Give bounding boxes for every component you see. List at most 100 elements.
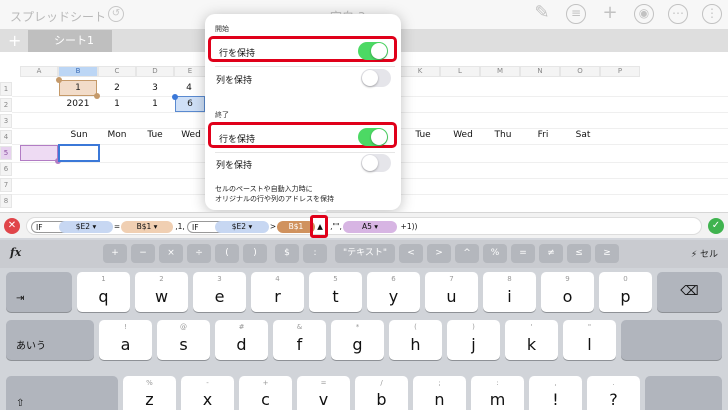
key-x[interactable]: -x (181, 376, 234, 410)
key-c[interactable]: + c (239, 376, 292, 410)
key-k[interactable]: ' k (505, 320, 558, 360)
column-header-e[interactable]: E (174, 66, 206, 77)
column-header-b[interactable]: B (58, 66, 98, 77)
key-d[interactable]: # d (215, 320, 268, 360)
key-h[interactable]: (h (389, 320, 442, 360)
column-header-k[interactable]: K (400, 66, 440, 77)
row-header-7[interactable]: 7 (0, 178, 12, 192)
column-header-m[interactable]: M (480, 66, 520, 77)
row-header-4[interactable]: 4 (0, 130, 12, 144)
column-header-c[interactable]: C (98, 66, 136, 77)
column-header-a[interactable]: A (20, 66, 58, 77)
formula-ref-b1[interactable]: B$1 ▾ (121, 221, 173, 233)
row-header-6[interactable]: 6 (0, 162, 12, 176)
cell-a5[interactable] (20, 145, 58, 161)
column-header-d[interactable]: D (136, 66, 174, 77)
key-u[interactable]: 7u (425, 272, 478, 312)
weekday-k4[interactable]: Tue (406, 130, 440, 140)
range-handle[interactable] (172, 94, 178, 100)
start-keep-row-toggle[interactable] (358, 42, 388, 60)
cancel-formula-button[interactable]: ✕ (4, 218, 20, 234)
accept-formula-button[interactable]: ✓ (708, 218, 724, 234)
key-r[interactable]: 4r (251, 272, 304, 312)
row-header-1[interactable]: 1 (0, 82, 12, 96)
shortcut-plus[interactable]: + (103, 244, 127, 263)
key-n[interactable]: ; n (413, 376, 466, 410)
format-brush-icon[interactable]: ✎ (532, 4, 552, 24)
weekday-d4[interactable]: Tue (138, 130, 172, 140)
key-f[interactable]: & f (273, 320, 326, 360)
shortcut-caret[interactable]: ^ (455, 244, 479, 263)
organize-icon[interactable]: ≡ (566, 4, 586, 24)
shortcut-greater-than[interactable]: > (427, 244, 451, 263)
shift-key[interactable]: ⇧ (6, 376, 118, 410)
cell-c2[interactable]: 1 (112, 99, 122, 109)
cell-d2[interactable]: 1 (150, 99, 160, 109)
add-sheet-button[interactable]: + (8, 31, 21, 50)
kana-switch-key[interactable]: あいう (6, 320, 94, 360)
end-keep-row-option[interactable]: 行を保持 (208, 122, 397, 148)
key-p[interactable]: 0p (599, 272, 652, 312)
row-header-5[interactable]: 5 (0, 146, 12, 160)
shortcut-less-equal[interactable]: ≤ (567, 244, 591, 263)
undo-icon[interactable]: ↺ (108, 6, 124, 22)
shortcut-equals[interactable]: = (511, 244, 535, 263)
cell-reference-button[interactable]: ⚡ セル (691, 247, 718, 260)
weekday-c4[interactable]: Mon (100, 130, 134, 140)
shortcut-dollar[interactable]: $ (275, 244, 299, 263)
back-to-spreadsheets-link[interactable]: スプレッドシート (10, 8, 106, 25)
row-header-8[interactable]: 8 (0, 194, 12, 208)
column-header-n[interactable]: N (520, 66, 560, 77)
key-l[interactable]: " l (563, 320, 616, 360)
cell-b5-active[interactable] (58, 144, 100, 162)
formula-ref-a5[interactable]: A5 ▾ (343, 221, 397, 233)
shortcut-close-paren[interactable]: ) (243, 244, 267, 263)
key-s[interactable]: @ s (157, 320, 210, 360)
shift-key-right[interactable] (645, 376, 722, 410)
end-keep-col-option[interactable]: 列を保持 (208, 151, 397, 177)
key-t[interactable]: 5t (309, 272, 362, 312)
shortcut-divide[interactable]: ÷ (187, 244, 211, 263)
cell-b2[interactable]: 2021 (60, 99, 96, 109)
cell-c1[interactable]: 2 (112, 83, 122, 93)
overflow-icon[interactable]: ⋮ (702, 4, 722, 24)
shortcut-less-than[interactable]: < (399, 244, 423, 263)
cell-e1[interactable]: 4 (184, 83, 194, 93)
start-keep-col-toggle[interactable] (361, 69, 391, 87)
key-exclamation[interactable]: ,! (529, 376, 582, 410)
key-question[interactable]: .? (587, 376, 640, 410)
tab-key[interactable]: ⇥ (6, 272, 72, 312)
key-w[interactable]: 2w (135, 272, 188, 312)
shortcut-greater-equal[interactable]: ≥ (595, 244, 619, 263)
shortcut-open-paren[interactable]: ( (215, 244, 239, 263)
weekday-o4[interactable]: Sat (566, 130, 600, 140)
key-m[interactable]: :m (471, 376, 524, 410)
tab-sheet1[interactable]: シート1 (28, 30, 112, 52)
shortcut-multiply[interactable]: × (159, 244, 183, 263)
weekday-b4[interactable]: Sun (62, 130, 96, 140)
column-header-p[interactable]: P (600, 66, 640, 77)
key-g[interactable]: * g (331, 320, 384, 360)
key-o[interactable]: 9o (541, 272, 594, 312)
weekday-n4[interactable]: Fri (526, 130, 560, 140)
cell-b1[interactable]: 1 (59, 80, 97, 96)
collaborate-icon[interactable]: ◉ (634, 4, 654, 24)
key-v[interactable]: = v (297, 376, 350, 410)
key-q[interactable]: 1q (77, 272, 130, 312)
key-i[interactable]: 8i (483, 272, 536, 312)
formula-ref-e2[interactable]: $E2 ▾ (215, 221, 269, 233)
key-z[interactable]: % z (123, 376, 176, 410)
function-browser-button[interactable]: fx (10, 246, 21, 259)
delete-key[interactable]: ⌫ (657, 272, 722, 312)
row-header-3[interactable]: 3 (0, 114, 12, 128)
start-keep-col-option[interactable]: 列を保持 (208, 66, 397, 92)
shortcut-text[interactable]: "テキスト" (335, 244, 395, 263)
key-j[interactable]: ) j (447, 320, 500, 360)
cell-d1[interactable]: 3 (150, 83, 160, 93)
shortcut-minus[interactable]: − (131, 244, 155, 263)
row-header-2[interactable]: 2 (0, 98, 12, 112)
weekday-e4[interactable]: Wed (178, 130, 204, 140)
key-a[interactable]: ! a (99, 320, 152, 360)
column-header-o[interactable]: O (560, 66, 600, 77)
key-b[interactable]: / b (355, 376, 408, 410)
